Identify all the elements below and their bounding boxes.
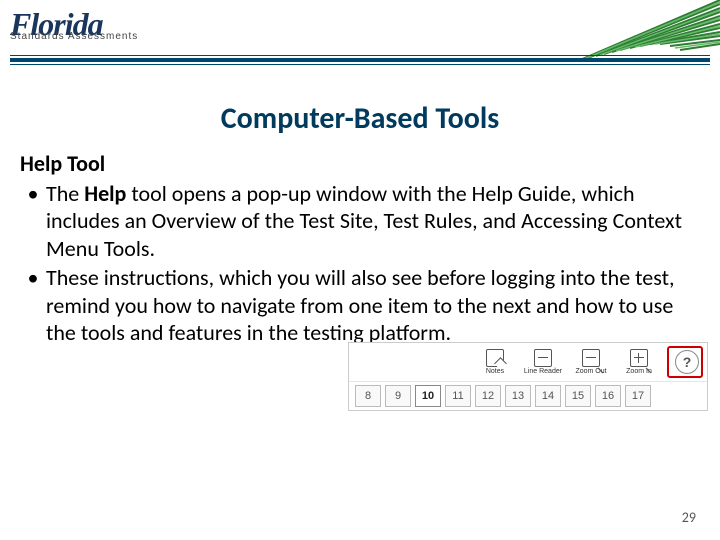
help-highlight: ?: [667, 346, 703, 378]
toolbar-screenshot: Notes Line Reader Zoom Out Zoom In ? 8: [348, 342, 708, 411]
nav-item-11[interactable]: 11: [445, 385, 471, 407]
bullet-text: The Help tool opens a pop-up window with…: [46, 180, 700, 263]
notes-icon: [486, 349, 504, 367]
header-divider: [10, 55, 710, 65]
nav-item-12[interactable]: 12: [475, 385, 501, 407]
nav-item-8[interactable]: 8: [355, 385, 381, 407]
zoom-in-tool[interactable]: Zoom In: [615, 349, 663, 375]
page-number: 29: [682, 509, 696, 526]
zoom-out-icon: [582, 349, 600, 367]
nav-item-15[interactable]: 15: [565, 385, 591, 407]
nav-item-14[interactable]: 14: [535, 385, 561, 407]
brand-logo: Florida Standards Assessments: [10, 6, 138, 42]
nav-item-16[interactable]: 16: [595, 385, 621, 407]
section-heading: Help Tool: [20, 150, 700, 178]
slide-title: Computer-Based Tools: [0, 100, 720, 137]
notes-tool[interactable]: Notes: [471, 349, 519, 375]
bullet-list: • The Help tool opens a pop-up window wi…: [20, 180, 700, 347]
bullet-item: • The Help tool opens a pop-up window wi…: [20, 180, 700, 263]
zoom-in-icon: [630, 349, 648, 367]
bullet-item: • These instructions, which you will als…: [20, 264, 700, 347]
brand-subtitle: Standards Assessments: [10, 31, 138, 42]
nav-item-13[interactable]: 13: [505, 385, 531, 407]
notes-label: Notes: [486, 368, 504, 375]
help-icon: ?: [683, 354, 692, 370]
bullet-marker: •: [20, 264, 46, 347]
line-reader-label: Line Reader: [524, 368, 562, 375]
nav-item-10[interactable]: 10: [415, 385, 441, 407]
nav-item-9[interactable]: 9: [385, 385, 411, 407]
body-text: Help Tool • The Help tool opens a pop-up…: [20, 150, 700, 347]
item-nav-row: 8 9 10 11 12 13 14 15 16 17: [349, 382, 707, 410]
line-reader-tool[interactable]: Line Reader: [519, 349, 567, 375]
nav-item-17[interactable]: 17: [625, 385, 651, 407]
toolbar-row: Notes Line Reader Zoom Out Zoom In ?: [349, 343, 707, 382]
line-reader-icon: [534, 349, 552, 367]
bullet-text: These instructions, which you will also …: [46, 264, 700, 347]
zoom-out-tool[interactable]: Zoom Out: [567, 349, 615, 375]
help-button[interactable]: ?: [675, 350, 699, 374]
bullet-marker: •: [20, 180, 46, 263]
